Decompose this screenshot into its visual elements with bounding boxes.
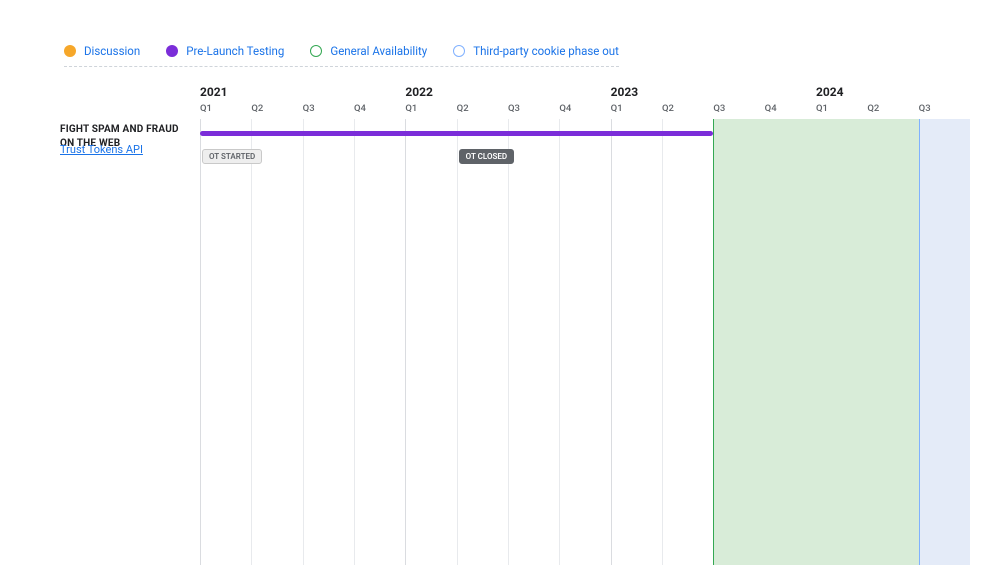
circle-icon — [64, 45, 76, 57]
circle-icon — [453, 45, 465, 57]
circle-icon — [310, 45, 322, 57]
legend-item-ga[interactable]: General Availability — [310, 44, 427, 58]
badge-ot-started: OT STARTED — [202, 149, 262, 164]
badge-ot-closed: OT CLOSED — [459, 149, 514, 164]
quarter-label: Q1 — [611, 103, 623, 114]
grid-line — [611, 119, 612, 565]
grid-line — [662, 119, 663, 565]
legend-label: Pre-Launch Testing — [186, 44, 284, 58]
grid-line — [354, 119, 355, 565]
year-label: 2022 — [405, 85, 433, 99]
circle-icon — [166, 45, 178, 57]
grid-line — [200, 119, 201, 565]
quarter-label: Q2 — [251, 103, 263, 114]
year-label: 2024 — [816, 85, 844, 99]
grid-line — [457, 119, 458, 565]
legend-label: Discussion — [84, 44, 140, 58]
grid-line — [303, 119, 304, 565]
quarter-label: Q2 — [662, 103, 674, 114]
quarter-label: Q3 — [919, 103, 931, 114]
quarter-label: Q2 — [867, 103, 879, 114]
quarter-label: Q4 — [559, 103, 571, 114]
legend-label: General Availability — [330, 44, 427, 58]
quarter-label: Q1 — [816, 103, 828, 114]
quarter-label: Q2 — [457, 103, 469, 114]
legend-item-discussion[interactable]: Discussion — [64, 44, 140, 58]
legend-label: Third-party cookie phase out — [473, 44, 619, 58]
zone-ga — [713, 119, 918, 565]
year-label: 2023 — [611, 85, 639, 99]
legend-item-cookie[interactable]: Third-party cookie phase out — [453, 44, 619, 58]
quarter-label: Q3 — [713, 103, 725, 114]
zone-cookie — [919, 119, 970, 565]
year-label: 2021 — [200, 85, 228, 99]
quarter-label: Q1 — [200, 103, 212, 114]
legend: Discussion Pre-Launch Testing General Av… — [64, 44, 619, 67]
quarter-label: Q4 — [354, 103, 366, 114]
grid-line — [508, 119, 509, 565]
quarter-label: Q4 — [765, 103, 777, 114]
quarter-label: Q3 — [303, 103, 315, 114]
grid-line — [251, 119, 252, 565]
grid-line — [405, 119, 406, 565]
grid-line — [559, 119, 560, 565]
quarter-label: Q3 — [508, 103, 520, 114]
quarter-label: Q1 — [405, 103, 417, 114]
api-link[interactable]: Trust Tokens API — [60, 143, 143, 157]
legend-item-prelaunch[interactable]: Pre-Launch Testing — [166, 44, 284, 58]
phase-bar-prelaunch — [200, 131, 713, 136]
